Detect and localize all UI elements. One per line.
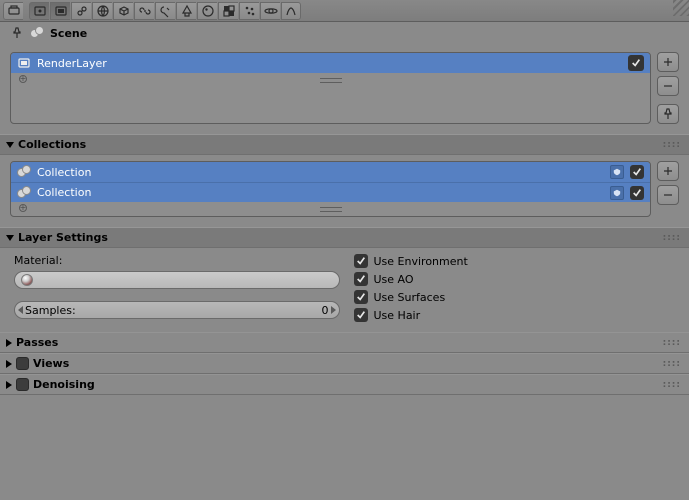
samples-field[interactable]: Samples: 0: [14, 301, 340, 319]
use-ao-row[interactable]: Use AO: [354, 272, 680, 286]
panel-drag-icon[interactable]: ::::: [663, 359, 681, 369]
tab-render[interactable]: [29, 2, 49, 20]
disclosure-icon: [6, 360, 12, 368]
collections-list-area: Collection Collection +: [0, 155, 689, 227]
split-corner-icon[interactable]: [673, 0, 689, 16]
scene-icon: [30, 26, 44, 40]
views-header[interactable]: Views ::::: [0, 353, 689, 374]
renderlayer-enable-checkbox[interactable]: [628, 55, 644, 71]
renderlayer-listbox[interactable]: RenderLayer +: [10, 52, 651, 124]
pin-icon[interactable]: [10, 26, 24, 40]
disclosure-icon: [6, 235, 14, 241]
tab-texture[interactable]: [218, 2, 238, 20]
list-filter-button[interactable]: +: [19, 75, 27, 83]
disclosure-icon: [6, 339, 12, 347]
collections-title: Collections: [18, 138, 86, 151]
disclosure-icon: [6, 381, 12, 389]
tab-physics[interactable]: [260, 2, 280, 20]
material-sphere-icon: [21, 274, 33, 286]
increment-icon[interactable]: [331, 306, 336, 314]
renderlayer-list-area: RenderLayer +: [0, 46, 689, 134]
panel-drag-icon[interactable]: ::::: [663, 380, 681, 390]
renderlayer-icon: [17, 56, 31, 70]
collection-enable-checkbox[interactable]: [630, 165, 644, 179]
remove-renderlayer-button[interactable]: [657, 76, 679, 96]
use-environment-row[interactable]: Use Environment: [354, 254, 680, 268]
material-label: Material:: [14, 254, 340, 267]
collection-row[interactable]: Collection: [11, 182, 650, 202]
layer-settings-right-col: Use Environment Use AO Use Surfaces Use …: [354, 254, 680, 322]
tab-particles[interactable]: [239, 2, 259, 20]
use-surfaces-checkbox[interactable]: [354, 290, 368, 304]
layer-settings-left-col: Material: Samples: 0: [14, 254, 340, 322]
panel-drag-icon[interactable]: ::::: [663, 140, 681, 150]
passes-title: Passes: [16, 336, 58, 349]
tab-last[interactable]: [281, 2, 301, 20]
collection-row[interactable]: Collection: [11, 162, 650, 182]
decrement-icon[interactable]: [18, 306, 23, 314]
list-resize-grip[interactable]: +: [11, 202, 650, 216]
tab-modifiers[interactable]: [155, 2, 175, 20]
tab-renderlayers[interactable]: [50, 2, 70, 20]
tab-constraints[interactable]: [134, 2, 154, 20]
collection-shield-icon[interactable]: [610, 186, 624, 200]
denoising-header[interactable]: Denoising ::::: [0, 374, 689, 395]
use-surfaces-label: Use Surfaces: [374, 291, 446, 304]
denoising-title: Denoising: [33, 378, 95, 391]
use-environment-checkbox[interactable]: [354, 254, 368, 268]
views-title: Views: [33, 357, 69, 370]
disclosure-icon: [6, 142, 14, 148]
renderlayer-specials-button[interactable]: [657, 104, 679, 124]
passes-header[interactable]: Passes ::::: [0, 332, 689, 353]
remove-collection-button[interactable]: [657, 185, 679, 205]
context-path: Scene: [0, 22, 689, 46]
scene-name: Scene: [50, 27, 87, 40]
collection-enable-checkbox[interactable]: [630, 186, 644, 200]
list-filter-button[interactable]: +: [19, 204, 27, 212]
panel-drag-icon[interactable]: ::::: [663, 338, 681, 348]
denoising-enable-checkbox[interactable]: [16, 378, 29, 391]
tab-data[interactable]: [176, 2, 196, 20]
tab-world[interactable]: [92, 2, 112, 20]
use-ao-label: Use AO: [374, 273, 414, 286]
use-hair-checkbox[interactable]: [354, 308, 368, 322]
use-hair-label: Use Hair: [374, 309, 421, 322]
renderlayer-side-buttons: [657, 52, 679, 124]
collection-icon: [17, 165, 31, 179]
collection-shield-icon[interactable]: [610, 165, 624, 179]
samples-value: 0: [322, 304, 329, 317]
collection-icon: [17, 186, 31, 200]
tab-object[interactable]: [113, 2, 133, 20]
collections-side-buttons: [657, 161, 679, 217]
tab-scene[interactable]: [71, 2, 91, 20]
layer-settings-header[interactable]: Layer Settings ::::: [0, 227, 689, 248]
views-enable-checkbox[interactable]: [16, 357, 29, 370]
renderlayer-row[interactable]: RenderLayer: [11, 53, 650, 73]
layer-settings-title: Layer Settings: [18, 231, 108, 244]
add-renderlayer-button[interactable]: [657, 52, 679, 72]
collections-header[interactable]: Collections ::::: [0, 134, 689, 155]
use-ao-checkbox[interactable]: [354, 272, 368, 286]
samples-label: Samples:: [25, 304, 76, 317]
use-surfaces-row[interactable]: Use Surfaces: [354, 290, 680, 304]
tab-material[interactable]: [197, 2, 217, 20]
layer-settings-body: Material: Samples: 0 Use Environment Use…: [0, 248, 689, 332]
properties-toolbar: [0, 0, 689, 22]
panel-drag-icon[interactable]: ::::: [663, 233, 681, 243]
material-override-field[interactable]: [14, 271, 340, 289]
editor-type-button[interactable]: [3, 2, 23, 20]
use-hair-row[interactable]: Use Hair: [354, 308, 680, 322]
use-environment-label: Use Environment: [374, 255, 468, 268]
add-collection-button[interactable]: [657, 161, 679, 181]
collections-listbox[interactable]: Collection Collection +: [10, 161, 651, 217]
list-resize-grip[interactable]: +: [11, 73, 650, 87]
collection-name: Collection: [37, 166, 91, 179]
renderlayer-name: RenderLayer: [37, 57, 107, 70]
collection-name: Collection: [37, 186, 91, 199]
